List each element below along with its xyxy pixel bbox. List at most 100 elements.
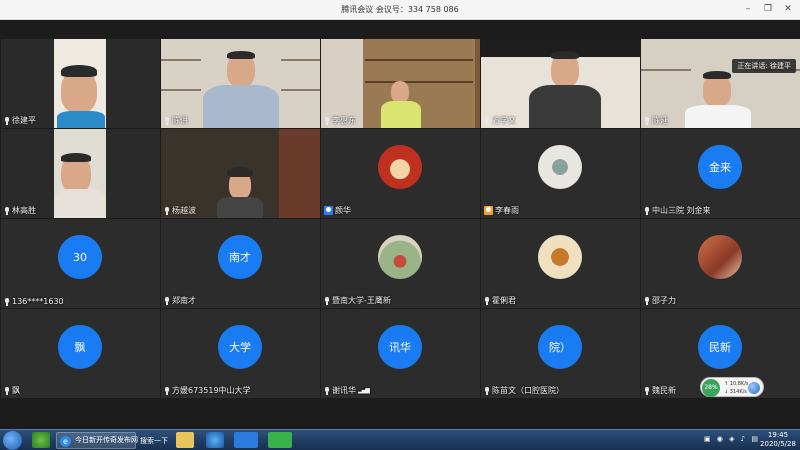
- participant-tile[interactable]: 颜华: [321, 129, 480, 218]
- clock-date: 2020/5/28: [760, 440, 796, 448]
- ie-icon: e: [60, 436, 71, 447]
- accelerator-ball-icon: [748, 382, 760, 394]
- profile-photo: [538, 235, 582, 279]
- avatar: 民新: [698, 325, 742, 369]
- participant-tile[interactable]: 大学 方媛673519中山大学: [161, 309, 320, 398]
- participant-name: 飘: [12, 386, 20, 395]
- participant-label: 谢讯华 ▂▄▆: [324, 385, 370, 396]
- participant-name: 杨越波: [172, 206, 196, 215]
- participant-tile[interactable]: 徐建平: [1, 39, 160, 128]
- network-percent: 28%: [702, 379, 720, 397]
- participant-label: 魏民新: [644, 385, 676, 396]
- minimize-button[interactable]: –: [740, 2, 756, 16]
- participant-name: 陈洪: [172, 116, 188, 125]
- participant-tile[interactable]: 李春雨: [481, 129, 640, 218]
- participant-name: 颜华: [335, 206, 351, 215]
- profile-photo: [698, 235, 742, 279]
- mic-icon: [324, 386, 330, 395]
- close-button[interactable]: ✕: [780, 2, 796, 16]
- audio-level-icon: ▂▄▆: [358, 387, 370, 394]
- participant-tile[interactable]: 霍俐君: [481, 219, 640, 308]
- mic-icon: [4, 206, 10, 215]
- mic-icon: [4, 297, 10, 306]
- participant-tile[interactable]: 杨越波: [161, 129, 320, 218]
- participant-name: 魏民新: [652, 386, 676, 395]
- upload-speed: ↑ 10.8K/s: [724, 381, 749, 387]
- participant-label: 飘: [4, 385, 20, 396]
- avatar: 金来: [698, 145, 742, 189]
- participant-tile[interactable]: 暨南大学-王鹰新: [321, 219, 480, 308]
- participant-label: 陈延: [644, 115, 668, 126]
- participant-label: 郑南才: [164, 295, 196, 306]
- participant-tile[interactable]: 陈洪: [161, 39, 320, 128]
- mic-icon: [644, 116, 650, 125]
- participant-label: 136****1630: [4, 297, 64, 306]
- taskbar-browser-item[interactable]: e 今日新开传奇发布网: [56, 432, 138, 449]
- avatar: 大学: [218, 325, 262, 369]
- participant-label: 暨南大学-王鹰新: [324, 295, 391, 306]
- avatar: 南才: [218, 235, 262, 279]
- participant-tile[interactable]: 林高胜: [1, 129, 160, 218]
- avatar: 讯华: [378, 325, 422, 369]
- network-speed-widget[interactable]: 28% ↑ 10.8K/s ↓ 314K/s: [700, 377, 764, 397]
- start-button[interactable]: [3, 431, 22, 450]
- participant-name: 中山三院 刘金来: [652, 206, 711, 215]
- speaking-indicator: 正在讲话: 徐建平: [732, 59, 796, 73]
- system-tray[interactable]: ▣ ◉ ◈ ♪ ▤: [704, 435, 760, 443]
- avatar: 飘: [58, 325, 102, 369]
- participant-tile[interactable]: 正在讲话: 徐建平 陈延: [641, 39, 800, 128]
- participant-name: 陈苗文（口腔医院）: [492, 386, 564, 395]
- clock-time: 19:45: [767, 431, 789, 439]
- participant-name: 136****1630: [12, 297, 64, 306]
- participant-name: 邵子力: [652, 296, 676, 305]
- profile-photo: [378, 235, 422, 279]
- participant-name: 李惠东: [332, 116, 356, 125]
- participant-label: 邵子力: [644, 295, 676, 306]
- mic-icon: [644, 386, 650, 395]
- participant-tile[interactable]: 方学文: [481, 39, 640, 128]
- avatar: 院）: [538, 325, 582, 369]
- app-shortcut-icon[interactable]: [32, 432, 50, 448]
- participant-tile[interactable]: 30 136****1630: [1, 219, 160, 308]
- participant-tile[interactable]: 金来 中山三院 刘金来: [641, 129, 800, 218]
- participant-tile[interactable]: 南才 郑南才: [161, 219, 320, 308]
- participant-label: 中山三院 刘金来: [644, 205, 711, 216]
- mic-icon: [164, 116, 170, 125]
- participant-grid: 徐建平 陈洪 李惠东 方学文 正在讲话: 徐建平 陈延 林高胜 杨越波 颜华 李…: [0, 38, 800, 399]
- mic-icon: [4, 116, 10, 125]
- restore-button[interactable]: ❐: [760, 2, 776, 16]
- mic-icon: [644, 296, 650, 305]
- participant-label: 杨越波: [164, 205, 196, 216]
- participant-name: 陈延: [652, 116, 668, 125]
- participant-label: 李惠东: [324, 115, 356, 126]
- window-title: 腾讯会议 会议号：334 758 086: [341, 5, 459, 14]
- system-clock[interactable]: 19:45 2020/5/28: [759, 431, 797, 449]
- participant-label: 林高胜: [4, 205, 36, 216]
- participant-label: 陈苗文（口腔医院）: [484, 385, 564, 396]
- participant-tile[interactable]: 邵子力: [641, 219, 800, 308]
- profile-photo: [378, 145, 422, 189]
- tencent-meeting-icon[interactable]: [234, 432, 258, 448]
- windows-taskbar: e 今日新开传奇发布网 搜索一下 ▣ ◉ ◈ ♪ ▤ 19:45 2020/5/2…: [0, 429, 800, 450]
- taskbar-search-link[interactable]: 搜索一下: [140, 436, 168, 446]
- download-speed: ↓ 314K/s: [724, 389, 747, 395]
- participant-label: 霍俐君: [484, 295, 516, 306]
- participant-name: 霍俐君: [492, 296, 516, 305]
- participant-label: 颜华: [324, 205, 351, 216]
- profile-photo: [538, 145, 582, 189]
- participant-name: 谢讯华: [332, 386, 356, 395]
- participant-tile[interactable]: 讯华 谢讯华 ▂▄▆: [321, 309, 480, 398]
- participant-name: 林高胜: [12, 206, 36, 215]
- mic-icon: [324, 116, 330, 125]
- participant-name: 徐建平: [12, 116, 36, 125]
- wechat-icon[interactable]: [268, 432, 292, 448]
- mic-icon: [4, 386, 10, 395]
- participant-tile[interactable]: 飘 飘: [1, 309, 160, 398]
- window-titlebar: 腾讯会议 会议号：334 758 086 – ❐ ✕: [0, 0, 800, 20]
- participant-tile[interactable]: 李惠东: [321, 39, 480, 128]
- ie-browser-icon[interactable]: [206, 432, 224, 448]
- mic-icon: [164, 386, 170, 395]
- folder-icon[interactable]: [176, 432, 194, 448]
- participant-tile[interactable]: 院） 陈苗文（口腔医院）: [481, 309, 640, 398]
- participant-label: 方学文: [484, 115, 516, 126]
